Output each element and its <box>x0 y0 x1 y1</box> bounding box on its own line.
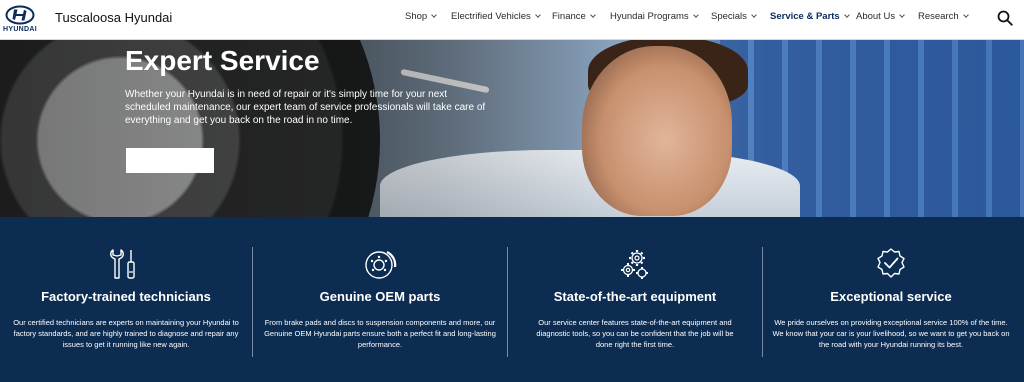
feature-description: Our certified technicians are experts on… <box>13 318 239 349</box>
nav-label: Finance <box>552 11 586 22</box>
nav-item-research[interactable]: Research <box>918 11 969 22</box>
nav-item-service-parts[interactable]: Service & Parts <box>770 11 850 22</box>
chevron-down-icon <box>899 12 905 18</box>
feature-description: We pride ourselves on providing exceptio… <box>772 318 1010 349</box>
nav-label: Shop <box>405 11 428 22</box>
nav-item-electrified-vehicles[interactable]: Electrified Vehicles <box>451 11 541 22</box>
hero-banner: Expert Service Whether your Hyundai is i… <box>0 40 1024 217</box>
tools-icon <box>110 249 135 279</box>
nav-label: Specials <box>711 11 747 22</box>
feature-technicians: Factory-trained technicians Our certifie… <box>0 217 252 382</box>
hero-description: Whether your Hyundai is in need of repai… <box>125 89 486 126</box>
feature-title: Genuine OEM parts <box>319 289 441 304</box>
feature-title: Factory-trained technicians <box>41 289 211 304</box>
chevron-down-icon <box>692 12 699 18</box>
logo-wordmark: HYUNDAI <box>3 26 37 33</box>
nav-label: Hyundai Programs <box>610 11 689 22</box>
feature-title: State-of-the-art equipment <box>553 289 717 304</box>
nav-item-about-us[interactable]: About Us <box>856 11 905 22</box>
nav-label: Research <box>918 11 959 22</box>
nav-item-hyundai-programs[interactable]: Hyundai Programs <box>610 11 699 22</box>
feature-description: From brake pads and discs to suspension … <box>264 318 496 349</box>
feature-title: Exceptional service <box>830 289 952 304</box>
hero-title: Expert Service <box>125 45 320 76</box>
chevron-down-icon <box>751 12 757 18</box>
feature-exceptional-service: Exceptional service We pride ourselves o… <box>763 217 1019 382</box>
chevron-down-icon <box>589 12 596 18</box>
site-header: HYUNDAI Tuscaloosa Hyundai Shop Electrif… <box>0 0 1024 40</box>
chevron-down-icon <box>843 12 850 18</box>
nav-label: Electrified Vehicles <box>451 11 531 22</box>
chevron-down-icon <box>962 12 969 18</box>
main-nav: Shop Electrified Vehicles Finance Hyunda… <box>0 11 1024 27</box>
checkmark-badge-icon <box>877 248 905 278</box>
hero-cta-button[interactable] <box>126 148 214 173</box>
brake-disc-icon <box>365 251 397 279</box>
feature-description: Our service center features state-of-the… <box>536 318 734 349</box>
chevron-down-icon <box>534 12 541 18</box>
search-icon[interactable] <box>997 10 1013 26</box>
gears-icon <box>621 250 648 279</box>
nav-item-specials[interactable]: Specials <box>711 11 757 22</box>
service-features: Factory-trained technicians Our certifie… <box>0 217 1024 382</box>
feature-oem-parts: Genuine OEM parts From brake pads and di… <box>253 217 507 382</box>
chevron-down-icon <box>431 12 438 18</box>
nav-label: About Us <box>856 11 896 22</box>
nav-item-shop[interactable]: Shop <box>405 11 438 22</box>
feature-equipment: State-of-the-art equipment Our service c… <box>508 217 762 382</box>
nav-item-finance[interactable]: Finance <box>552 11 596 22</box>
nav-label: Service & Parts <box>770 11 840 22</box>
